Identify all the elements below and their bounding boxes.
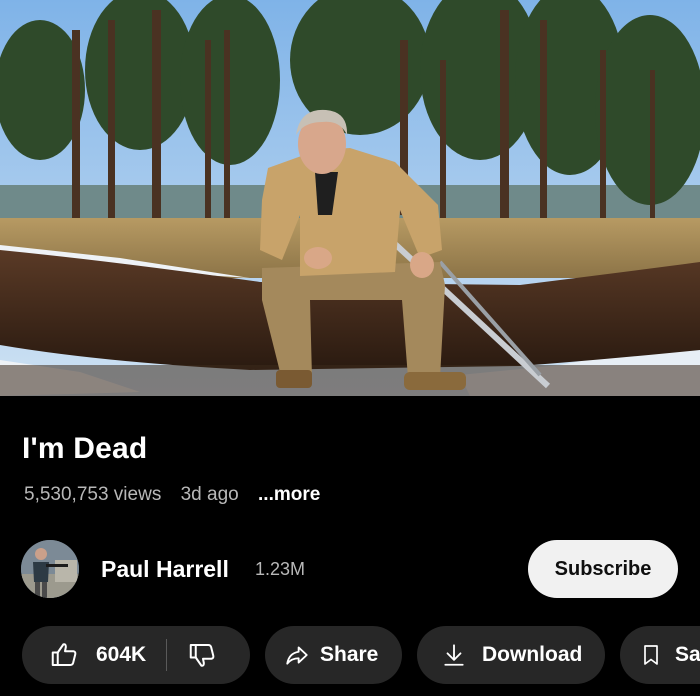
upload-age: 3d ago [180,484,239,505]
like-count: 604K [96,643,147,666]
video-player[interactable] [0,0,700,396]
channel-avatar[interactable] [21,540,79,598]
like-button[interactable]: 604K [22,626,146,684]
thumbs-down-icon [187,640,217,670]
thumbs-up-icon [49,640,79,670]
bookmark-icon [639,643,663,667]
channel-name[interactable]: Paul Harrell [101,556,229,583]
video-frame [0,0,700,396]
share-arrow-icon [284,642,310,668]
action-bar: 604K Share Download Sa [0,626,700,684]
download-label: Download [482,643,583,666]
share-label: Share [320,643,379,666]
like-dislike-pill: 604K [22,626,250,684]
download-icon [441,642,467,668]
avatar-image [21,540,79,598]
more-link[interactable]: ...more [258,484,320,505]
video-title: I'm Dead [22,432,148,465]
subscribe-button[interactable]: Subscribe [528,540,678,598]
download-button[interactable]: Download [417,626,605,684]
save-button[interactable]: Save [620,626,700,684]
channel-row: Paul Harrell 1.23M Subscribe [0,536,700,602]
view-count: 5,530,753 views [24,484,162,505]
save-label: Save [675,643,700,666]
video-meta[interactable]: 5,530,753 views 3d ago ...more [24,484,320,506]
share-button[interactable]: Share [265,626,402,684]
subscriber-count: 1.23M [255,559,306,579]
dislike-button[interactable] [167,626,217,684]
